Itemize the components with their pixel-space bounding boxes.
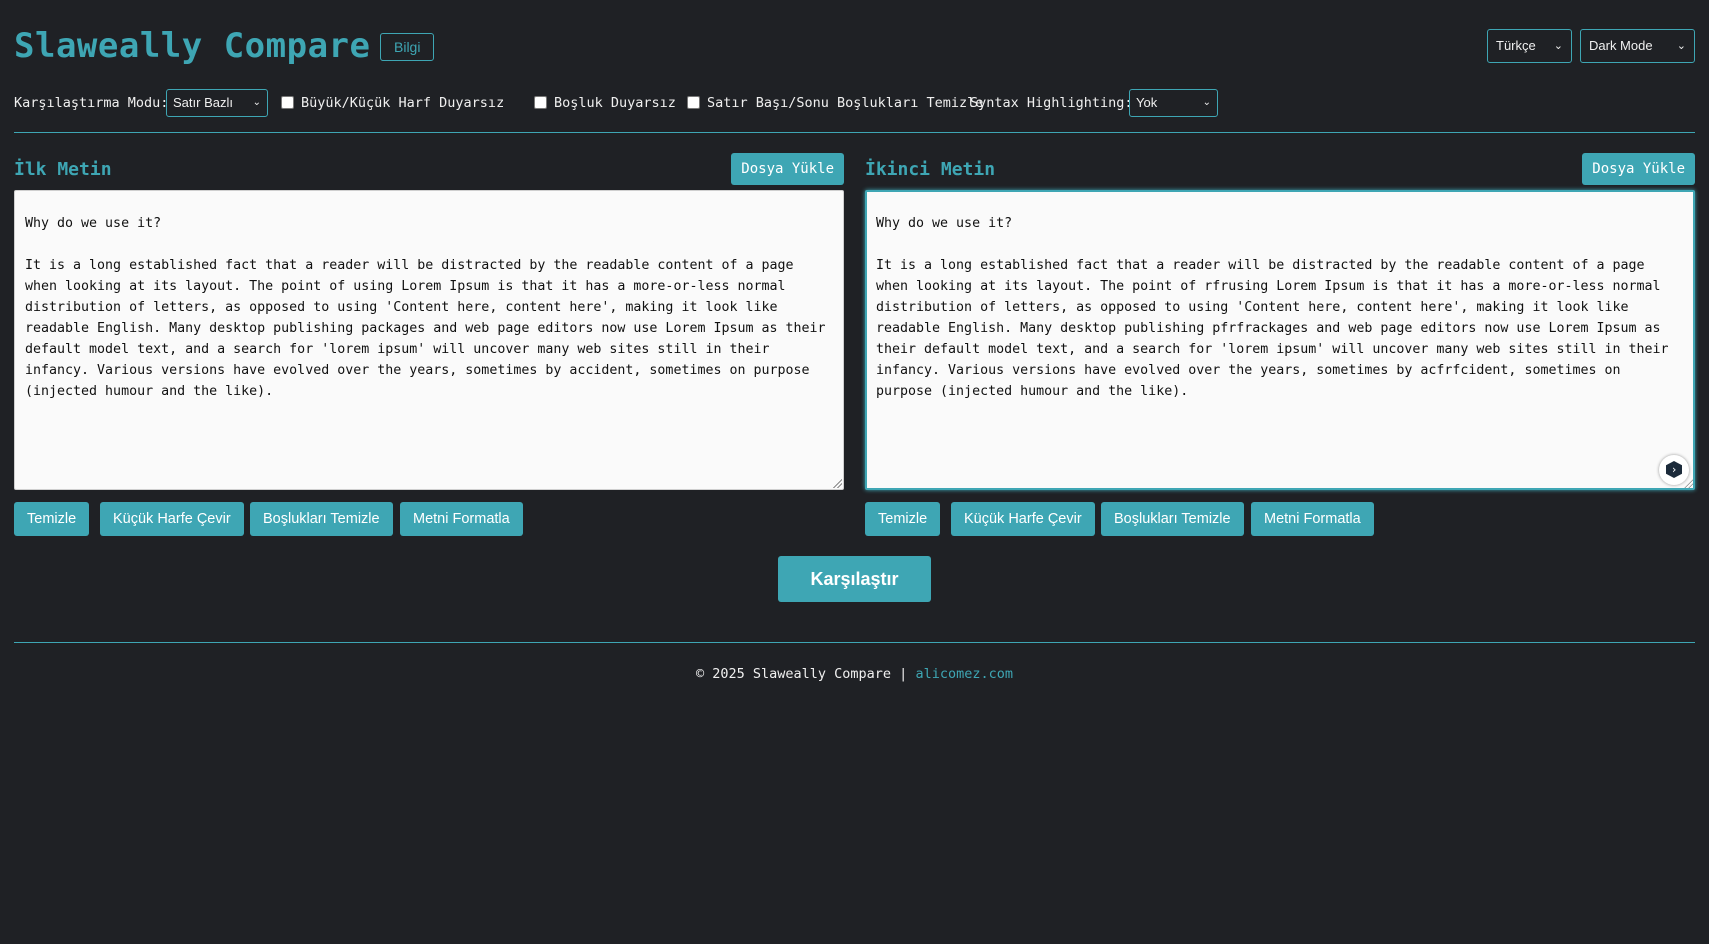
first-upload-button[interactable]: Dosya Yükle <box>731 153 844 185</box>
second-upload-button[interactable]: Dosya Yükle <box>1582 153 1695 185</box>
case-insensitive-checkbox[interactable] <box>281 96 294 109</box>
first-text-input[interactable]: Why do we use it? It is a long establish… <box>14 190 844 490</box>
whitespace-insensitive-checkbox[interactable] <box>534 96 547 109</box>
chevron-down-icon: ⌄ <box>252 97 261 108</box>
options-bar: Karşılaştırma Modu: Satır Bazlı ⌄ Büyük/… <box>14 89 1694 117</box>
second-text-input[interactable]: Why do we use it? It is a long establish… <box>865 190 1695 490</box>
first-text-title: İlk Metin <box>14 159 112 180</box>
syntax-highlighting-select[interactable]: Yok ⌄ <box>1129 89 1218 117</box>
resize-handle[interactable] <box>1683 478 1693 488</box>
first-lowercase-button[interactable]: Küçük Harfe Çevir <box>100 502 244 536</box>
chevron-down-icon: ⌄ <box>1553 40 1563 52</box>
chevron-down-icon: ⌄ <box>1202 97 1211 108</box>
theme-select-value: Dark Mode <box>1589 38 1653 53</box>
syntax-highlighting-value: Yok <box>1136 95 1158 110</box>
chevron-down-icon: ⌄ <box>1676 40 1686 52</box>
compare-mode-label: Karşılaştırma Modu: <box>14 95 169 111</box>
resize-handle[interactable] <box>832 478 842 488</box>
second-lowercase-button[interactable]: Küçük Harfe Çevir <box>951 502 1095 536</box>
bottom-divider <box>14 642 1695 643</box>
trim-checkbox[interactable] <box>687 96 700 109</box>
first-format-button[interactable]: Metni Formatla <box>400 502 523 536</box>
syntax-highlighting-label: Syntax Highlighting: <box>970 95 1133 111</box>
app-title: Slaweally Compare <box>14 26 371 66</box>
trim-label[interactable]: Satır Başı/Sonu Boşlukları Temizle <box>707 89 983 117</box>
first-clear-button[interactable]: Temizle <box>14 502 90 536</box>
second-text-panel: İkinci Metin Dosya Yükle Why do we use i… <box>865 152 1695 538</box>
compare-button[interactable]: Karşılaştır <box>778 556 931 602</box>
app-header: Slaweally Compare Bilgi Türkçe ⌄ Dark Mo… <box>14 24 1695 68</box>
case-insensitive-label[interactable]: Büyük/Küçük Harf Duyarsız <box>301 89 504 117</box>
footer-link[interactable]: alicomez.com <box>915 666 1013 682</box>
first-trim-spaces-button[interactable]: Boşlukları Temizle <box>250 502 393 536</box>
extension-logo-icon: › <box>1666 461 1682 478</box>
footer-text: © 2025 Slaweally Compare | <box>695 666 908 682</box>
compare-mode-select[interactable]: Satır Bazlı ⌄ <box>166 89 268 117</box>
first-text-panel: İlk Metin Dosya Yükle Why do we use it? … <box>14 152 844 538</box>
whitespace-insensitive-label[interactable]: Boşluk Duyarsız <box>554 89 676 117</box>
second-trim-spaces-button[interactable]: Boşlukları Temizle <box>1101 502 1244 536</box>
footer: © 2025 Slaweally Compare | alicomez.com <box>0 664 1709 684</box>
second-text-title: İkinci Metin <box>865 159 996 180</box>
second-format-button[interactable]: Metni Formatla <box>1251 502 1374 536</box>
theme-select[interactable]: Dark Mode ⌄ <box>1580 29 1695 63</box>
compare-mode-value: Satır Bazlı <box>173 95 233 110</box>
second-clear-button[interactable]: Temizle <box>865 502 941 536</box>
info-button[interactable]: Bilgi <box>380 33 435 61</box>
language-select[interactable]: Türkçe ⌄ <box>1487 29 1572 63</box>
language-select-value: Türkçe <box>1496 38 1536 53</box>
top-divider <box>14 132 1695 133</box>
